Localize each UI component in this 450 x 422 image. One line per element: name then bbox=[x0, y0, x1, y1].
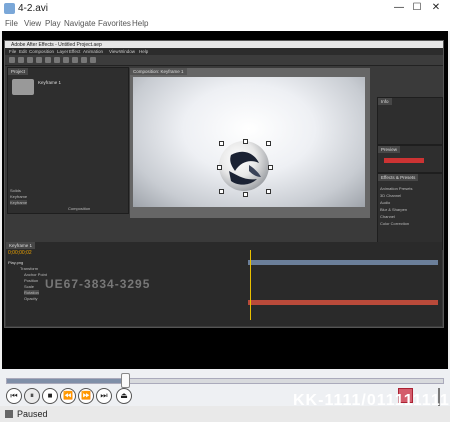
effects-tab: Effects & Presets bbox=[378, 174, 419, 181]
seek-thumb[interactable] bbox=[121, 373, 130, 388]
project-thumbnail bbox=[12, 79, 34, 95]
prop-scale: Scale bbox=[24, 284, 35, 289]
text-tool-icon bbox=[81, 57, 87, 63]
menu-navigate[interactable]: Navigate bbox=[64, 19, 96, 28]
brush-tool-icon bbox=[90, 57, 96, 63]
ae-menu-item: Help bbox=[139, 49, 149, 54]
transform-handle bbox=[219, 141, 224, 146]
fast-forward-button[interactable]: ⏩ bbox=[78, 388, 94, 404]
menu-help[interactable]: Help bbox=[132, 19, 148, 28]
project-row: Keyframe bbox=[10, 200, 28, 205]
ae-menu-item: Effect bbox=[69, 49, 81, 54]
transform-handle bbox=[219, 189, 224, 194]
ae-menu-item: File bbox=[9, 49, 17, 54]
transform-handle bbox=[266, 189, 271, 194]
overlay-code-text: UE67-3834-3295 bbox=[45, 277, 151, 291]
selection-tool-icon bbox=[9, 57, 15, 63]
ae-menu-item: Layer bbox=[57, 49, 69, 54]
watermark-text: KK-1111/011111111 bbox=[293, 392, 450, 409]
prop-opacity: Opacity bbox=[24, 296, 38, 301]
project-item-name: Keyframe 1 bbox=[38, 80, 62, 85]
close-button[interactable]: ✕ bbox=[429, 2, 443, 14]
layer-bar-red bbox=[248, 300, 438, 305]
previous-button[interactable]: ⏮ bbox=[6, 388, 22, 404]
pause-button[interactable]: ⏸ bbox=[24, 388, 40, 404]
ae-toolbar bbox=[5, 55, 443, 66]
menu-favorites[interactable]: Favorites bbox=[98, 19, 131, 28]
transform-handle bbox=[217, 165, 222, 170]
layer-bar bbox=[248, 260, 438, 265]
menu-file[interactable]: File bbox=[5, 19, 18, 28]
maximize-button[interactable]: ☐ bbox=[410, 2, 424, 14]
window-titlebar: 4-2.avi — ☐ ✕ bbox=[0, 0, 450, 18]
prop-transform: Transform bbox=[20, 266, 39, 271]
pan-tool-icon bbox=[54, 57, 60, 63]
stop-button[interactable]: ■ bbox=[42, 388, 58, 404]
ae-titlebar: Adobe After Effects - Untitled Project.a… bbox=[5, 41, 443, 48]
pen-tool-icon bbox=[72, 57, 78, 63]
effects-item: Channel bbox=[380, 214, 395, 219]
menu-view[interactable]: View bbox=[24, 19, 41, 28]
effects-item: Animation Presets bbox=[380, 186, 413, 191]
transform-handle bbox=[243, 139, 248, 144]
open-button[interactable]: ⏏ bbox=[116, 388, 132, 404]
hand-tool-icon bbox=[18, 57, 24, 63]
soccer-ball-layer bbox=[219, 141, 269, 191]
transform-handle bbox=[243, 192, 248, 197]
project-row: Keyframe bbox=[10, 194, 28, 199]
window-title: 4-2.avi bbox=[18, 3, 49, 14]
effects-item: Blur & Sharpen bbox=[380, 207, 408, 212]
ae-menu-item: Window bbox=[119, 49, 136, 54]
rotate-tool-icon bbox=[36, 57, 42, 63]
timeline-tab: Keyframe 1 bbox=[6, 242, 36, 249]
camera-tool-icon bbox=[45, 57, 51, 63]
info-tab: Info bbox=[378, 98, 392, 105]
prop-anchor: Anchor Point bbox=[24, 272, 47, 277]
mask-tool-icon bbox=[63, 57, 69, 63]
ae-menu-bar: File Edit Composition Layer Effect Anima… bbox=[5, 48, 443, 55]
menu-play[interactable]: Play bbox=[45, 19, 61, 28]
preview-tab: Preview bbox=[378, 146, 401, 153]
project-panel: Project Keyframe 1 Solids Keyframe Keyfr… bbox=[7, 67, 129, 214]
rewind-button[interactable]: ⏪ bbox=[60, 388, 76, 404]
project-row: Solids bbox=[10, 188, 21, 193]
project-tab: Project bbox=[8, 68, 29, 75]
menu-bar: File View Play Navigate Favorites Help bbox=[0, 18, 450, 31]
preview-controls bbox=[384, 158, 424, 163]
ae-menu-item: Edit bbox=[19, 49, 27, 54]
layer-name: Play.png bbox=[8, 260, 24, 265]
effects-item: Color Correction bbox=[380, 221, 410, 226]
info-panel: Info bbox=[377, 97, 443, 145]
project-row-type: Composition bbox=[68, 206, 91, 211]
playhead bbox=[250, 250, 251, 320]
transform-handle bbox=[268, 165, 273, 170]
app-icon bbox=[4, 3, 15, 14]
next-button[interactable]: ⏭ bbox=[96, 388, 112, 404]
ae-menu-item: Animation bbox=[83, 49, 104, 54]
seek-bar-fill bbox=[7, 379, 130, 383]
transform-handle bbox=[266, 141, 271, 146]
zoom-tool-icon bbox=[27, 57, 33, 63]
ae-menu-item: View bbox=[109, 49, 119, 54]
prop-rotation: Rotation bbox=[24, 290, 39, 295]
effects-panel: Effects & Presets Animation Presets 3D C… bbox=[377, 173, 443, 250]
preview-panel: Preview bbox=[377, 145, 443, 173]
playback-status: Paused bbox=[17, 409, 48, 419]
viewer-tab: Composition: Keyframe 1 bbox=[130, 68, 187, 75]
status-icon bbox=[5, 410, 13, 418]
seek-bar[interactable] bbox=[6, 378, 444, 384]
effects-item: Audio bbox=[380, 200, 391, 205]
ae-menu-item: Composition bbox=[29, 49, 55, 54]
effects-item: 3D Channel bbox=[380, 193, 402, 198]
minimize-button[interactable]: — bbox=[392, 2, 406, 14]
timecode: 0;00;00;02 bbox=[8, 250, 32, 256]
prop-position: Position bbox=[24, 278, 39, 283]
